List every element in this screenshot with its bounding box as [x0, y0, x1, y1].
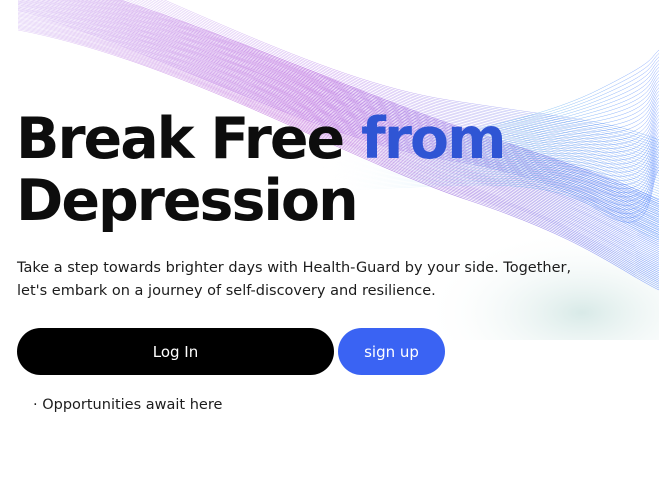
subtitle-line-2: let's embark on a journey of self-discov… — [17, 283, 436, 299]
headline-part-1: Break Free — [16, 106, 345, 172]
headline-part-2: Depression — [16, 168, 359, 234]
headline-accent: from — [361, 106, 506, 172]
hero-subtitle: Take a step towards brighter days with H… — [17, 257, 577, 303]
hero-headline: Break Free from Depression — [16, 106, 506, 234]
subtitle-line-1: Take a step towards brighter days with H… — [17, 260, 572, 276]
signup-button[interactable]: sign up — [338, 328, 445, 375]
login-button[interactable]: Log In — [17, 328, 334, 375]
opportunities-note: · Opportunities await here — [33, 397, 223, 413]
